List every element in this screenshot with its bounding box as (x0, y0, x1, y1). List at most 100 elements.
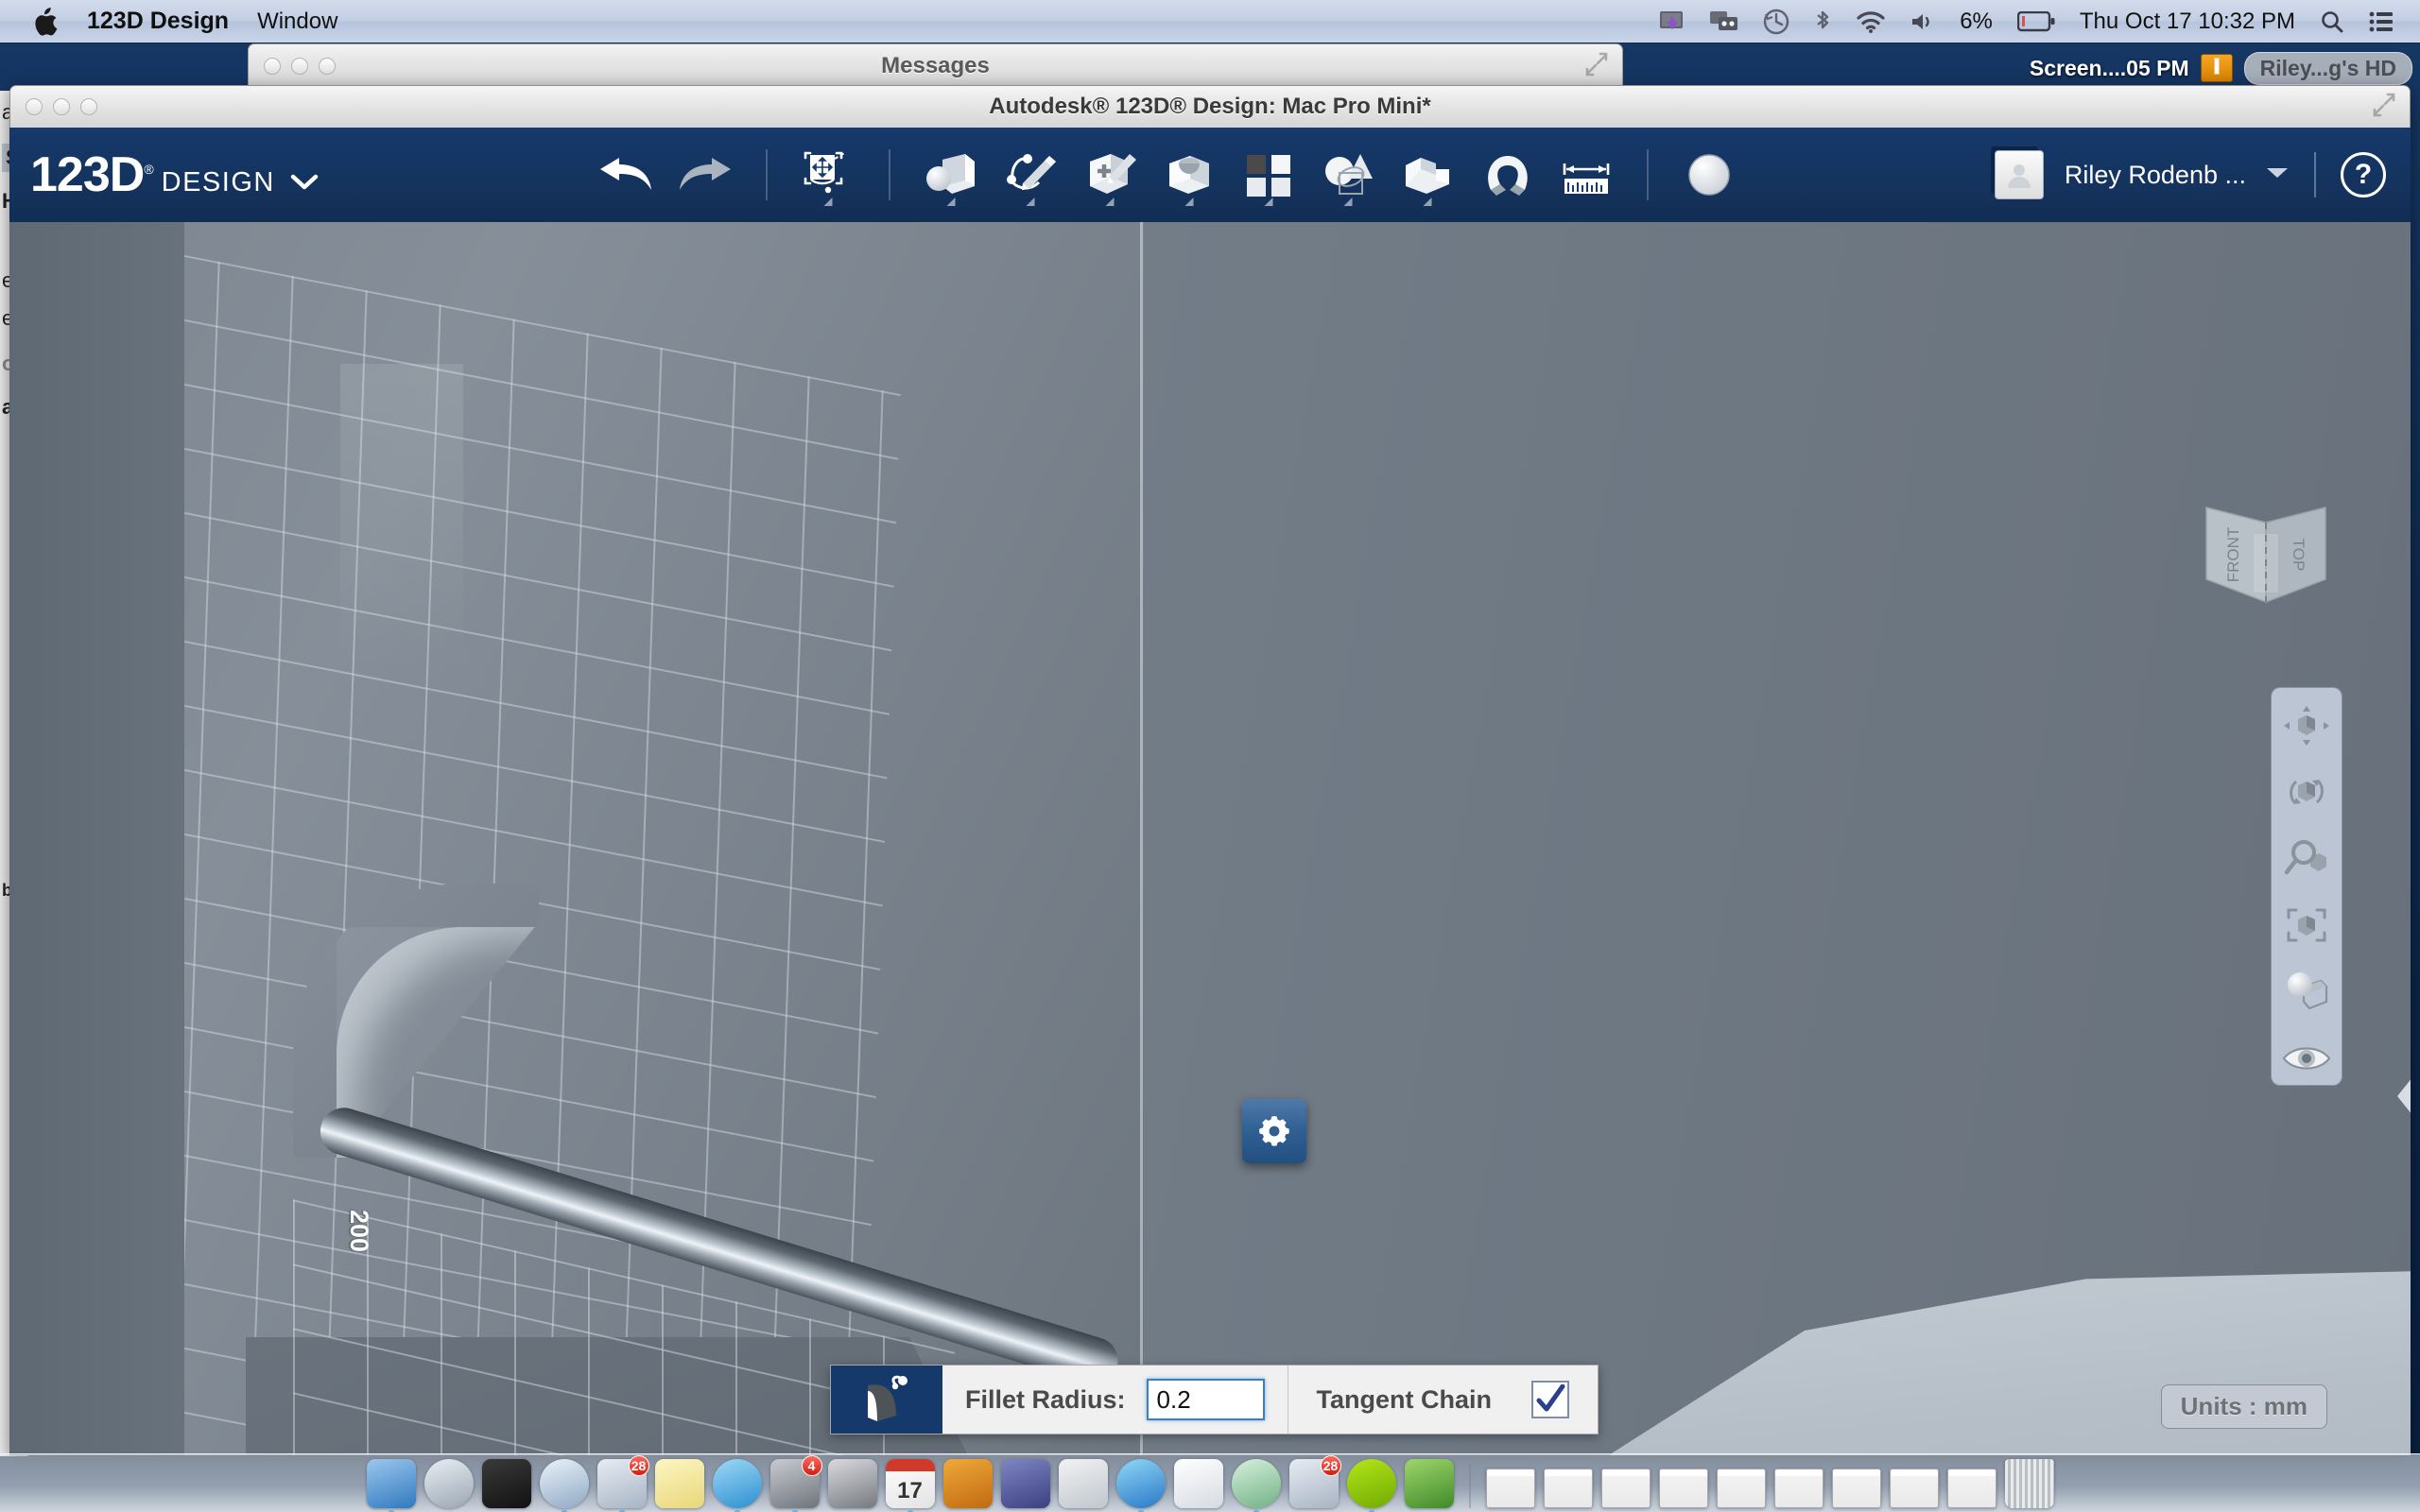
app-logo[interactable]: 123D® DESIGN (30, 150, 319, 199)
dock-trash[interactable] (2005, 1459, 2054, 1508)
material-button[interactable] (1675, 138, 1743, 212)
mac-dock[interactable]: 28 4 17 28 (0, 1453, 2420, 1512)
dock-itunes[interactable] (1116, 1459, 1166, 1508)
toolbar-divider (2314, 152, 2316, 198)
app-window: Autodesk® 123D® Design: Mac Pro Mini* 12… (9, 85, 2411, 1455)
3d-viewport[interactable]: 200 FRONT TOP (9, 222, 2411, 1455)
dock-min-browser-1[interactable] (1832, 1469, 1881, 1508)
desktop-hd-label[interactable]: Riley...g's HD (2244, 52, 2412, 85)
dock-facetime[interactable]: 4 (770, 1459, 820, 1508)
messages-zoom-button[interactable] (319, 58, 336, 75)
snap-button[interactable] (1473, 138, 1541, 212)
dock-photo-booth[interactable] (482, 1459, 531, 1508)
user-name-label[interactable]: Riley Rodenb ... (2065, 161, 2246, 190)
dock-sketchup[interactable] (1405, 1459, 1454, 1508)
user-avatar-icon[interactable] (1995, 150, 2044, 199)
shading-style-icon[interactable] (2277, 965, 2336, 1018)
usb-drive-icon[interactable] (2201, 54, 2233, 82)
eye-visibility-icon[interactable] (2277, 1032, 2336, 1085)
dock-min-keynote-1[interactable] (1659, 1469, 1708, 1508)
dock-iphoto[interactable] (1059, 1459, 1108, 1508)
volume-icon[interactable] (1910, 10, 1935, 33)
dock-app-store[interactable] (943, 1459, 993, 1508)
notification-center-icon[interactable] (2369, 10, 2394, 33)
viewcube-front-label: FRONT (2224, 527, 2242, 583)
pattern-button[interactable] (1235, 138, 1303, 212)
collapse-panel-arrow-icon[interactable] (2397, 1077, 2411, 1115)
construct-button[interactable] (1076, 138, 1144, 212)
chevron-down-icon[interactable] (2265, 164, 2290, 186)
dock-spotify[interactable] (1347, 1459, 1396, 1508)
navigation-toolbar[interactable] (2271, 687, 2342, 1086)
dock-mail-2[interactable]: 28 (1289, 1459, 1339, 1508)
undo-button[interactable] (592, 138, 660, 212)
dock-123d-design[interactable] (1232, 1459, 1281, 1508)
dock-launchpad[interactable] (424, 1459, 474, 1508)
grouping-button[interactable] (1314, 138, 1382, 212)
combine-button[interactable] (1393, 138, 1461, 212)
dock-mail[interactable]: 28 (597, 1459, 647, 1508)
menu-bar-status-area: 6% Thu Oct 17 10:32 PM (1659, 9, 2394, 35)
fillet-radius-label: Fillet Radius: (965, 1385, 1126, 1415)
dock-min-document[interactable] (1544, 1469, 1593, 1508)
wifi-icon[interactable] (1856, 9, 1886, 34)
gear-icon[interactable] (1242, 1099, 1306, 1163)
messages-close-button[interactable] (264, 58, 281, 75)
logo-text-sub: DESIGN (162, 167, 275, 198)
app-fullscreen-icon[interactable] (2372, 93, 2396, 122)
menu-app-name[interactable]: 123D Design (87, 8, 229, 35)
units-indicator[interactable]: Units : mm (2161, 1384, 2327, 1429)
app-titlebar[interactable]: Autodesk® 123D® Design: Mac Pro Mini* (9, 85, 2411, 128)
dock-safari[interactable] (540, 1459, 589, 1508)
dock-preview[interactable] (1001, 1459, 1050, 1508)
transform-button[interactable] (794, 138, 862, 212)
dock-min-keynote-2[interactable] (1717, 1469, 1766, 1508)
help-button[interactable]: ? (2341, 152, 2386, 198)
fit-to-view-icon[interactable] (2277, 899, 2336, 952)
dock-calendar[interactable]: 17 (886, 1459, 935, 1508)
download-icon[interactable] (1659, 9, 1685, 34)
zoom-magnifier-icon[interactable] (2277, 833, 2336, 885)
toolbar-divider (889, 149, 890, 200)
dock-divider (1469, 1465, 1471, 1508)
pan-icon[interactable] (2277, 699, 2336, 752)
chevron-down-icon[interactable] (290, 166, 319, 198)
dock-numbers[interactable] (1174, 1459, 1223, 1508)
messages-minimize-button[interactable] (291, 58, 308, 75)
desktop-screenshot-label[interactable]: Screen....05 PM (2030, 56, 2189, 81)
orbit-icon[interactable] (2277, 765, 2336, 818)
modify-button[interactable] (1155, 138, 1223, 212)
messages-window-titlebar[interactable]: Messages (248, 43, 1623, 89)
sketch-button[interactable] (996, 138, 1064, 212)
screen-sharing-icon[interactable] (1710, 9, 1738, 34)
user-account-area[interactable]: Riley Rodenb ... ? (1995, 150, 2386, 199)
apple-logo-icon[interactable] (34, 8, 59, 36)
bluetooth-icon[interactable] (1814, 9, 1831, 35)
dock-finder[interactable] (367, 1459, 416, 1508)
fillet-dialog[interactable]: Fillet Radius: Tangent Chain (830, 1365, 1599, 1435)
tangent-chain-group: Tangent Chain (1288, 1366, 1599, 1434)
dock-min-chart-doc[interactable] (1601, 1469, 1651, 1508)
messages-traffic-lights[interactable] (264, 58, 336, 75)
search-icon[interactable] (2320, 9, 2344, 34)
redo-button[interactable] (671, 138, 739, 212)
dock-min-pages[interactable] (1774, 1469, 1824, 1508)
dock-min-browser-2[interactable] (1890, 1469, 1939, 1508)
menu-bar-clock[interactable]: Thu Oct 17 10:32 PM (2080, 9, 2295, 35)
dock-messages[interactable] (713, 1459, 762, 1508)
dock-min-utility[interactable] (1486, 1469, 1535, 1508)
messages-fullscreen-icon[interactable] (1584, 52, 1609, 81)
measure-button[interactable] (1552, 138, 1620, 212)
primitives-button[interactable] (917, 138, 985, 212)
dock-notes[interactable] (655, 1459, 704, 1508)
battery-icon[interactable] (2017, 11, 2055, 32)
menu-window[interactable]: Window (257, 9, 337, 35)
logo-registered-mark: ® (144, 162, 153, 177)
fillet-radius-group: Fillet Radius: (942, 1366, 1288, 1434)
dock-min-text[interactable] (1947, 1469, 1996, 1508)
tangent-chain-checkbox[interactable] (1531, 1381, 1569, 1418)
fillet-radius-input[interactable] (1147, 1379, 1265, 1420)
view-cube[interactable]: FRONT TOP (2195, 496, 2337, 619)
dock-system-preferences[interactable] (828, 1459, 877, 1508)
time-machine-icon[interactable] (1763, 9, 1789, 35)
